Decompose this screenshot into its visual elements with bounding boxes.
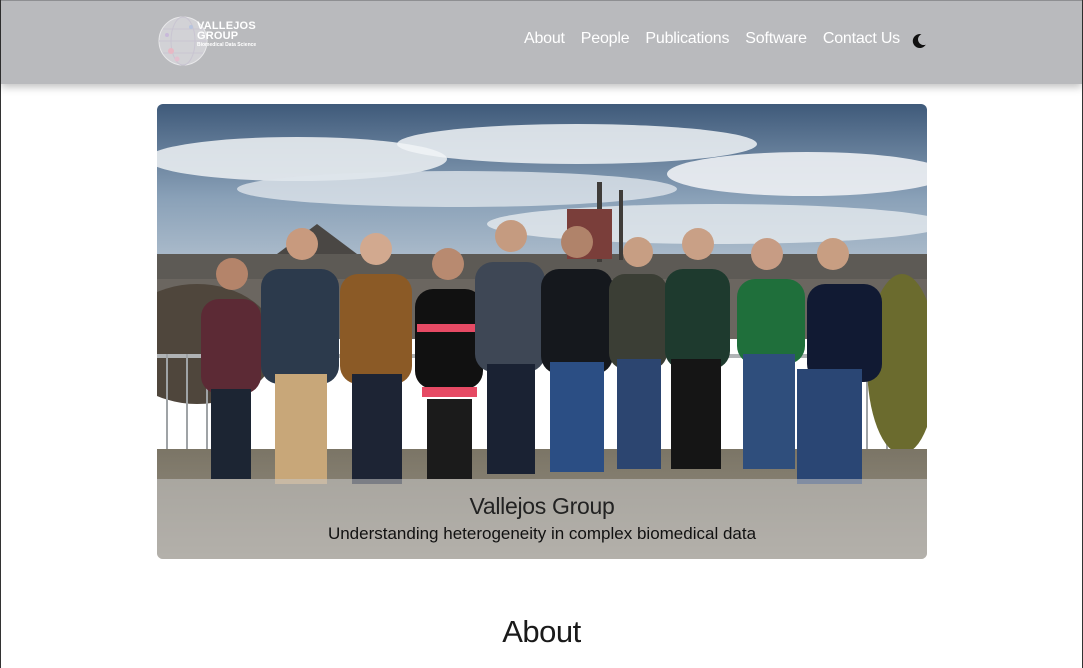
hero-caption: Vallejos Group Understanding heterogenei… <box>157 479 927 559</box>
hero-title: Vallejos Group <box>469 493 615 519</box>
moon-icon <box>912 33 926 48</box>
top-navbar: VALLEJOS GROUP Biomedical Data Science A… <box>1 0 1082 84</box>
brand-name-line2: GROUP <box>197 30 239 42</box>
about-section-title: About <box>502 614 581 649</box>
hero-subtitle: Understanding heterogeneity in complex b… <box>327 524 757 543</box>
hero-carousel: Vallejos Group Understanding heterogenei… <box>157 104 927 559</box>
theme-toggle-button[interactable] <box>910 32 928 50</box>
nav-link-software[interactable]: Software <box>745 30 807 48</box>
brand-tagline: Biomedical Data Science <box>197 42 257 48</box>
nav-link-publications[interactable]: Publications <box>645 30 729 48</box>
nav-link-about[interactable]: About <box>524 30 565 48</box>
nav-link-people[interactable]: People <box>581 30 630 48</box>
nav-link-contact-us[interactable]: Contact Us <box>823 30 900 48</box>
nav-menu: About People Publications Software Conta… <box>524 30 900 48</box>
brand-wordmark: VALLEJOS GROUP Biomedical Data Science <box>197 21 257 49</box>
brand-logo-link[interactable]: VALLEJOS GROUP Biomedical Data Science <box>157 13 261 69</box>
